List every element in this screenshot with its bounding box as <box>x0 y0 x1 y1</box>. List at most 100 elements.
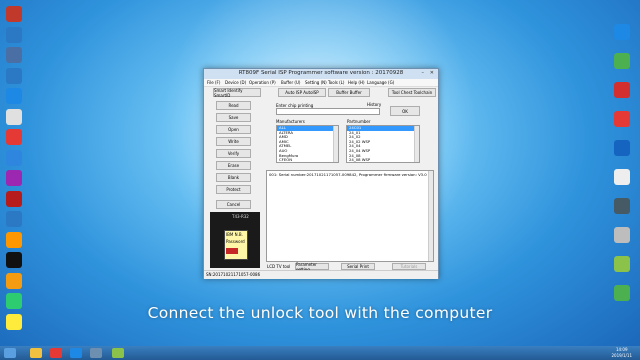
open-button[interactable]: Open <box>216 125 251 134</box>
desktop-shortcut-icon[interactable] <box>608 82 636 98</box>
list-item[interactable]: 24_08 WSP <box>347 158 419 162</box>
chip-brand-text: IBM N.B. <box>226 232 243 237</box>
manufacturers-list[interactable]: ALL ALTERA AMD AMIC ATMEL AUO BengMuro CFEON <box>276 125 339 163</box>
app-glyph-icon <box>6 26 22 43</box>
taskbar: 14:09 2019/1/11 <box>0 346 640 360</box>
desktop-shortcut-icon[interactable] <box>0 67 28 84</box>
lcd-tool-label[interactable]: LCD TV tool <box>267 264 290 269</box>
read-button[interactable]: Read <box>216 101 251 110</box>
desktop-shortcut-icon[interactable] <box>0 272 28 289</box>
serial-print-button[interactable]: Serial Print <box>341 263 375 270</box>
menu-buffer[interactable]: Buffer (U) <box>281 80 300 85</box>
auto-isp-button[interactable]: Auto ISP AutoISP <box>278 88 326 97</box>
desktop-shortcut-icon[interactable] <box>608 111 636 127</box>
title-bar[interactable]: RT809F Serial ISP Programmer software ve… <box>204 69 438 79</box>
app-glyph-icon <box>614 82 630 98</box>
app-glyph-icon <box>6 108 22 125</box>
app-glyph-icon <box>6 47 22 63</box>
desktop-shortcut-icon[interactable] <box>0 149 28 166</box>
desktop-shortcut-icon[interactable] <box>608 53 636 69</box>
menu-language[interactable]: Language (G) <box>367 80 394 85</box>
desktop-shortcut-icon[interactable] <box>0 231 28 248</box>
minimize-icon[interactable]: – <box>422 70 425 76</box>
desktop: RT809F Serial ISP Programmer software ve… <box>0 0 640 360</box>
app-glyph-icon <box>6 190 22 207</box>
desktop-shortcut-icon[interactable] <box>608 24 636 40</box>
desktop-shortcut-icon[interactable] <box>608 198 636 214</box>
app-taskbar-icon[interactable] <box>70 348 82 358</box>
app-glyph-icon <box>6 231 22 248</box>
status-serial: SN:20171021171057-0086 <box>206 272 261 277</box>
status-bar: SN:20171021171057-0086 <box>204 270 438 279</box>
desktop-shortcut-icon[interactable] <box>608 285 636 301</box>
partnumber-list[interactable]: 24C01 24_01 24_02 24_02 WSP 24_04 24_04 WSP 24… <box>346 125 420 163</box>
partnumber-label: Partnumber <box>347 119 371 124</box>
desktop-shortcut-icon[interactable] <box>608 140 636 156</box>
programmer-taskbar-icon[interactable] <box>90 348 102 358</box>
manufacturers-scrollbar[interactable] <box>333 126 338 162</box>
app-glyph-icon <box>614 169 630 185</box>
ok-button[interactable]: OK <box>390 106 420 116</box>
desktop-shortcut-icon[interactable] <box>0 108 28 125</box>
menu-operation[interactable]: Operation (P) <box>249 80 276 85</box>
desktop-shortcut-icon[interactable] <box>0 129 28 145</box>
parameter-setting-button[interactable]: Parameter setting <box>295 262 329 272</box>
menu-device[interactable]: Device (D) <box>225 80 246 85</box>
app-glyph-icon <box>6 129 22 145</box>
menu-tools[interactable]: Tools (L) <box>328 80 344 85</box>
explorer-taskbar-icon[interactable] <box>30 348 42 358</box>
desktop-shortcut-icon[interactable] <box>0 26 28 43</box>
write-button[interactable]: Write <box>216 137 251 146</box>
desktop-shortcut-icon[interactable] <box>0 252 28 268</box>
protect-button[interactable]: Protect <box>216 185 251 194</box>
desktop-shortcut-icon[interactable] <box>0 47 28 63</box>
log-line: 001: Serial number:20171021171057-009842… <box>269 172 432 177</box>
app-glyph-icon <box>614 111 630 127</box>
cancel-button[interactable]: Cancel <box>216 200 251 209</box>
desktop-shortcut-icon[interactable] <box>0 211 28 227</box>
clock[interactable]: 14:09 2019/1/11 <box>611 347 632 359</box>
app-glyph-icon <box>614 53 630 69</box>
desktop-shortcut-icon[interactable] <box>0 170 28 186</box>
menu-file[interactable]: File (F) <box>207 80 220 85</box>
erase-button[interactable]: Erase <box>216 161 251 170</box>
chip-printing-input[interactable] <box>276 108 380 115</box>
start-icon[interactable] <box>4 348 16 358</box>
app-glyph-icon <box>614 256 630 272</box>
chip-model-text: T43-R32 <box>232 214 249 219</box>
menu-help[interactable]: Help (H) <box>348 80 365 85</box>
desktop-shortcut-icon[interactable] <box>0 190 28 207</box>
chip-password-text: Password <box>226 239 245 244</box>
app-glyph-icon <box>614 198 630 214</box>
app-glyph-icon <box>6 252 22 268</box>
menu-setting[interactable]: Setting (N) <box>305 80 327 85</box>
smart-identify-button[interactable]: Smart Identify SmartID <box>213 88 261 98</box>
blank-button[interactable]: Blank <box>216 173 251 182</box>
app-glyph-icon <box>6 170 22 186</box>
log-output[interactable]: 001: Serial number:20171021171057-009842… <box>266 170 434 262</box>
chrome-taskbar-icon[interactable] <box>50 348 62 358</box>
toolchain-button[interactable]: Tool Chest Toolchain <box>388 88 436 97</box>
buffer-button[interactable]: Buffer Buffer <box>328 88 370 97</box>
tutorials-button[interactable]: Tutorials <box>392 263 426 270</box>
desktop-shortcut-icon[interactable] <box>608 227 636 243</box>
save-button[interactable]: Save <box>216 113 251 122</box>
desktop-shortcut-icon[interactable] <box>0 6 28 22</box>
app-glyph-icon <box>6 67 22 84</box>
app-glyph-icon <box>6 6 22 22</box>
list-item[interactable]: CFEON <box>277 158 338 162</box>
manufacturers-label: Manufacturers <box>276 119 305 124</box>
app-glyph-icon <box>6 88 22 104</box>
close-icon[interactable]: ✕ <box>430 70 434 76</box>
log-scrollbar[interactable] <box>428 171 433 261</box>
desktop-shortcut-icon[interactable] <box>0 88 28 104</box>
app-glyph-icon <box>6 272 22 289</box>
verify-button[interactable]: Verify <box>216 149 251 158</box>
desktop-shortcut-icon[interactable] <box>608 169 636 185</box>
desktop-shortcut-icon[interactable] <box>608 256 636 272</box>
app-glyph-icon <box>614 140 630 156</box>
partnumber-scrollbar[interactable] <box>414 126 419 162</box>
menu-bar: File (F) Device (D) Operation (P) Buffer… <box>204 79 438 87</box>
tool-taskbar-icon[interactable] <box>112 348 124 358</box>
app-glyph-icon <box>614 24 630 40</box>
